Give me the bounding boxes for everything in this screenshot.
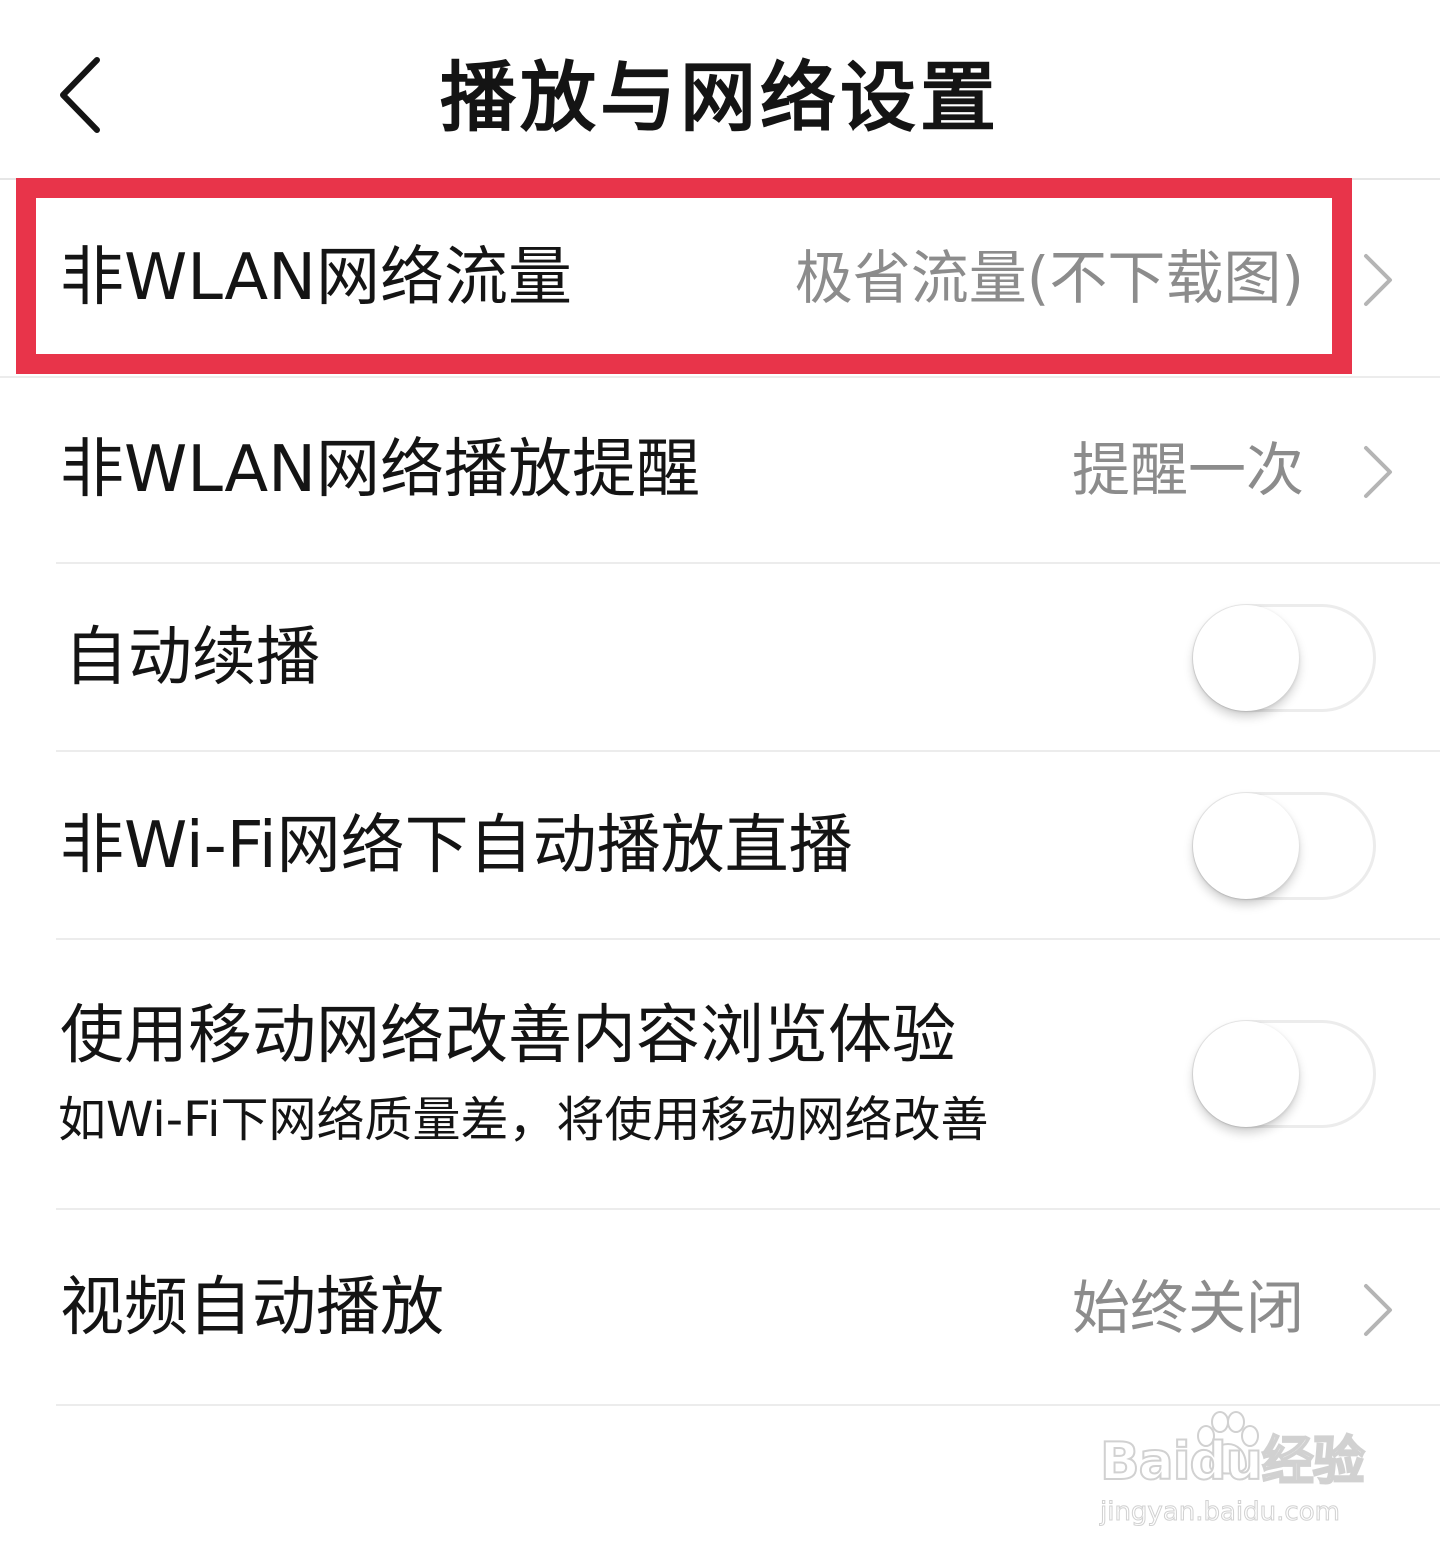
setting-value: 提醒一次 [1071, 436, 1304, 504]
setting-row-non-wlan-data[interactable]: 非WLAN网络流量 极省流量(不下载图) [0, 182, 1440, 376]
setting-label: 非Wi-Fi网络下自动播放直播 [60, 809, 853, 883]
chevron-right-icon [1364, 254, 1392, 306]
watermark-url: jingyan.baidu.com [1100, 1497, 1341, 1528]
setting-row-non-wlan-play-reminder[interactable]: 非WLAN网络播放提醒 提醒一次 [0, 378, 1440, 562]
divider [56, 1404, 1440, 1406]
baidu-watermark: Baidu经验 jingyan.baidu.com [1099, 1411, 1366, 1536]
setting-label: 非WLAN网络播放提醒 [60, 433, 701, 507]
toggle-knob [1193, 793, 1299, 899]
setting-value: 极省流量(不下载图) [794, 244, 1304, 312]
setting-row-auto-continue: 自动续播 [0, 564, 1440, 750]
setting-sublabel: 如Wi-Fi下网络质量差，将使用移动网络改善 [58, 1092, 989, 1148]
setting-label: 非WLAN网络流量 [60, 241, 573, 315]
setting-row-video-autoplay[interactable]: 视频自动播放 始终关闭 [0, 1210, 1440, 1404]
mobile-network-improve-toggle[interactable] [1192, 1020, 1376, 1128]
setting-row-auto-play-live: 非Wi-Fi网络下自动播放直播 [0, 752, 1440, 938]
settings-page: 播放与网络设置 非WLAN网络流量 极省流量(不下载图) 非WLAN网络播放提醒… [0, 0, 1440, 1564]
setting-label: 使用移动网络改善内容浏览体验 [60, 999, 956, 1073]
auto-continue-toggle[interactable] [1192, 604, 1376, 712]
auto-play-live-toggle[interactable] [1192, 792, 1376, 900]
chevron-right-icon [1364, 446, 1392, 498]
watermark-brand: Baidu经验 [1099, 1431, 1366, 1493]
page-title: 播放与网络设置 [440, 53, 1000, 142]
toggle-knob [1193, 1021, 1299, 1127]
toggle-knob [1193, 605, 1299, 711]
setting-value: 始终关闭 [1071, 1274, 1304, 1342]
setting-label: 自动续播 [64, 621, 320, 695]
chevron-right-icon [1364, 1284, 1392, 1336]
navigation-bar: 播放与网络设置 [0, 0, 1440, 180]
setting-label: 视频自动播放 [60, 1271, 444, 1345]
setting-row-mobile-network-improve: 使用移动网络改善内容浏览体验 如Wi-Fi下网络质量差，将使用移动网络改善 [0, 940, 1440, 1208]
